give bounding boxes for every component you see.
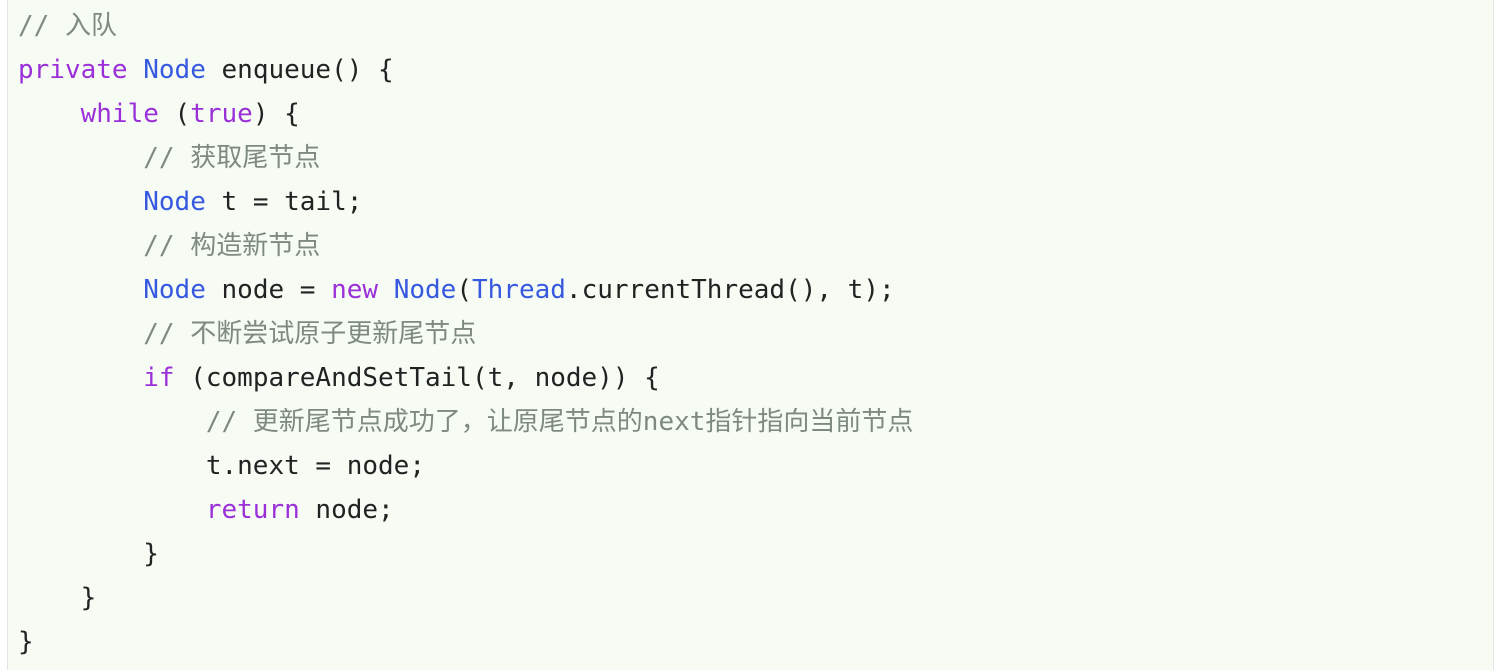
code-line: while (true) { bbox=[18, 92, 913, 136]
code-keyword: private bbox=[18, 55, 128, 85]
code-text: ( bbox=[158, 99, 191, 129]
code-line: private Node enqueue() { bbox=[18, 48, 913, 92]
code-line: } bbox=[18, 576, 913, 620]
code-line: } bbox=[18, 620, 913, 664]
code-text: t.next = node; bbox=[18, 451, 425, 481]
code-type: Node bbox=[143, 55, 206, 85]
code-text: (compareAndSetTail(t, node)) { bbox=[174, 363, 660, 393]
code-keyword: new bbox=[331, 275, 379, 305]
code-keyword: return bbox=[205, 495, 300, 525]
code-type: Node bbox=[143, 187, 206, 217]
code-comment: // 不断尝试原子更新尾节点 bbox=[143, 319, 477, 349]
code-line: if (compareAndSetTail(t, node)) { bbox=[18, 356, 913, 400]
code-text: node; bbox=[299, 495, 394, 525]
code-text: node = bbox=[205, 275, 332, 305]
code-type: Node bbox=[143, 275, 206, 305]
code-text: } bbox=[18, 627, 34, 657]
code-text: } bbox=[18, 539, 159, 569]
code-line: // 入队 bbox=[18, 4, 913, 48]
code-comment: // 更新尾节点成功了，让原尾节点的next指针指向当前节点 bbox=[205, 407, 914, 437]
code-line: // 构造新节点 bbox=[18, 224, 913, 268]
code-line: return node; bbox=[18, 488, 913, 532]
code-keyword: while bbox=[80, 99, 159, 129]
code-line: } bbox=[18, 532, 913, 576]
code-keyword: true bbox=[190, 99, 253, 129]
code-line: Node node = new Node(Thread.currentThrea… bbox=[18, 268, 913, 312]
code-comment: // 构造新节点 bbox=[143, 231, 321, 261]
code-line: t.next = node; bbox=[18, 444, 913, 488]
code-text: t = tail; bbox=[205, 187, 363, 217]
code-comment: // 入队 bbox=[18, 11, 117, 41]
code-text: .currentThread(), t); bbox=[565, 275, 895, 305]
code-text: ( bbox=[456, 275, 472, 305]
code-text: } bbox=[18, 583, 97, 613]
code-type: Thread bbox=[472, 275, 566, 305]
code-line: // 不断尝试原子更新尾节点 bbox=[18, 312, 913, 356]
code-block: // 入队 private Node enqueue() { while (tru… bbox=[7, 0, 1494, 670]
code-type: Node bbox=[393, 275, 457, 305]
code-line: // 获取尾节点 bbox=[18, 136, 913, 180]
code-content: // 入队 private Node enqueue() { while (tru… bbox=[18, 4, 913, 664]
code-text: ) { bbox=[252, 99, 300, 129]
code-keyword: if bbox=[143, 363, 175, 393]
code-line: // 更新尾节点成功了，让原尾节点的next指针指向当前节点 bbox=[18, 400, 914, 444]
code-line: Node t = tail; bbox=[18, 180, 913, 224]
code-text: enqueue() { bbox=[205, 55, 394, 85]
code-comment: // 获取尾节点 bbox=[143, 143, 321, 173]
